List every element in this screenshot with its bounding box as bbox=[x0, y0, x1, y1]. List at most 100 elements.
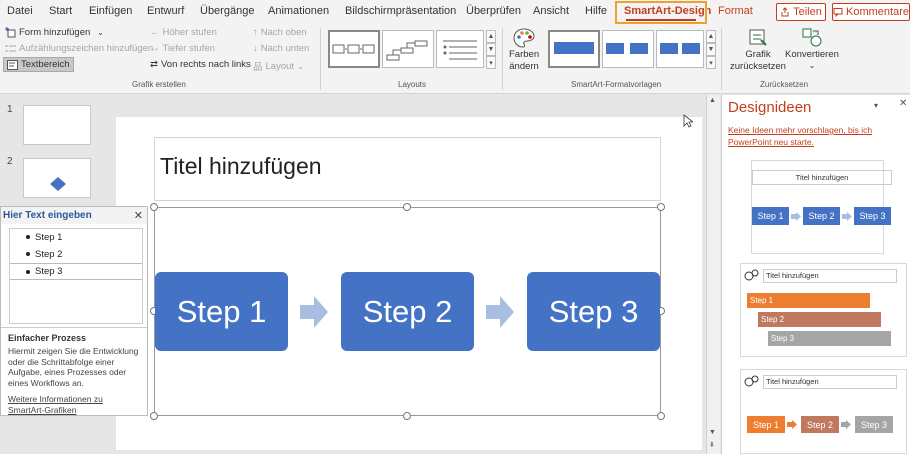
add-bullet-button[interactable]: Aufzählungszeichen hinzufügen bbox=[5, 43, 153, 54]
smartart-step-2[interactable]: Step 2 bbox=[341, 272, 474, 351]
stop-suggestions-link[interactable]: Keine Ideen mehr vorschlagen, bis ich Po… bbox=[728, 124, 903, 148]
add-shape-button[interactable]: Form hinzufügen ⌄ bbox=[5, 27, 104, 38]
tab-datei[interactable]: Datei bbox=[7, 5, 33, 17]
resize-handle[interactable] bbox=[657, 203, 665, 211]
design-idea-step: Step 2 bbox=[801, 416, 839, 433]
design-idea-step: Step 3 bbox=[855, 416, 893, 433]
tab-start[interactable]: Start bbox=[49, 5, 72, 17]
active-tab-underline bbox=[626, 19, 696, 21]
reset-graphic-button[interactable]: Grafik zurücksetzen bbox=[730, 26, 786, 72]
change-colors-button[interactable]: Farben ändern bbox=[509, 28, 539, 72]
ribbon-separator bbox=[502, 28, 503, 90]
tab-hilfe[interactable]: Hilfe bbox=[585, 5, 607, 17]
tab-format[interactable]: Format bbox=[718, 5, 753, 17]
slide-thumbnail-1[interactable] bbox=[23, 105, 91, 145]
design-idea-2[interactable]: Titel hinzufügen Step 1 Step 2 Step 3 bbox=[740, 263, 907, 357]
group-label-styles: SmartArt-Formatvorlagen bbox=[571, 80, 662, 89]
styles-more[interactable]: ▾ bbox=[706, 56, 716, 69]
change-colors-label-1: Farben bbox=[509, 49, 540, 60]
layouts-scroll-up[interactable]: ▲ bbox=[486, 30, 496, 43]
tab-entwurf[interactable]: Entwurf bbox=[147, 5, 184, 17]
move-down-button[interactable]: ↓ Nach unten bbox=[253, 43, 309, 54]
close-icon[interactable]: ✕ bbox=[899, 98, 907, 109]
designer-pane: Designideen ▾ ✕ Keine Ideen mehr vorschl… bbox=[721, 95, 910, 454]
tab-ansicht[interactable]: Ansicht bbox=[533, 5, 569, 17]
promote-button[interactable]: ← Höher stufen bbox=[150, 27, 217, 38]
add-bullet-label: Aufzählungszeichen hinzufügen bbox=[19, 43, 154, 54]
design-idea-3[interactable]: Titel hinzufügen Step 1 Step 2 Step 3 bbox=[740, 369, 907, 454]
share-button[interactable]: Teilen bbox=[776, 3, 826, 21]
tab-animationen[interactable]: Animationen bbox=[268, 5, 329, 17]
previous-slide-icon[interactable]: ⇞ bbox=[709, 441, 715, 449]
resize-handle[interactable] bbox=[150, 203, 158, 211]
design-idea-1[interactable]: Titel hinzufügen Step 1 Step 2 Step 3 bbox=[751, 160, 892, 254]
layout-basic-process-preview bbox=[332, 44, 375, 54]
chevron-down-icon: ⌄ bbox=[97, 28, 104, 37]
resize-handle[interactable] bbox=[657, 412, 665, 420]
list-item-label: Step 3 bbox=[35, 266, 63, 277]
arrow-right-icon bbox=[787, 420, 797, 429]
comment-icon bbox=[833, 8, 843, 17]
design-idea-step: Step 2 bbox=[803, 207, 840, 225]
arrow-right-icon bbox=[841, 420, 851, 429]
demote-button[interactable]: → Tiefer stufen bbox=[150, 43, 215, 54]
design-idea-step: Step 1 bbox=[747, 293, 870, 308]
group-label-create: Grafik erstellen bbox=[132, 80, 186, 89]
pane-options-icon[interactable]: ▾ bbox=[874, 101, 878, 110]
scroll-down-icon[interactable]: ▼ bbox=[709, 429, 716, 436]
layout-lined-list-preview bbox=[443, 40, 477, 60]
list-item[interactable]: Step 1 bbox=[10, 229, 142, 246]
design-idea-step: Step 3 bbox=[854, 207, 891, 225]
tab-uebergaenge[interactable]: Übergänge bbox=[200, 5, 254, 17]
styles-scroll-down[interactable]: ▼ bbox=[706, 43, 716, 56]
layout-description-title: Einfacher Prozess bbox=[8, 333, 87, 343]
right-to-left-button[interactable]: ⇄ Von rechts nach links bbox=[150, 59, 251, 70]
layout-basic-process[interactable] bbox=[328, 30, 380, 68]
layout-step-up-preview bbox=[386, 40, 428, 61]
tab-einfuegen[interactable]: Einfügen bbox=[89, 5, 132, 17]
layout-step-up[interactable] bbox=[382, 30, 434, 68]
vertical-scrollbar[interactable]: ▲ ▼ ⇞ bbox=[706, 95, 720, 454]
right-to-left-label: Von rechts nach links bbox=[160, 59, 251, 70]
resize-handle[interactable] bbox=[403, 412, 411, 420]
text-pane-title: Hier Text eingeben bbox=[3, 210, 92, 221]
smartart-step-3[interactable]: Step 3 bbox=[527, 272, 660, 351]
swap-icon: ⇄ bbox=[150, 59, 158, 70]
style-simple-fill[interactable] bbox=[548, 30, 600, 68]
group-label-reset: Zurücksetzen bbox=[760, 80, 809, 89]
mouse-cursor bbox=[683, 114, 693, 128]
slide-number: 1 bbox=[7, 104, 13, 115]
arrow-left-icon: ← bbox=[150, 27, 160, 38]
convert-button[interactable]: Konvertieren ⌄ bbox=[785, 26, 839, 70]
list-item[interactable]: Step 3 bbox=[10, 263, 142, 280]
list-item[interactable]: Step 2 bbox=[10, 246, 142, 263]
resize-handle[interactable] bbox=[150, 412, 158, 420]
group-label-layouts: Layouts bbox=[398, 80, 427, 89]
slide-thumbnail-2[interactable] bbox=[23, 158, 91, 198]
more-info-link[interactable]: Weitere Informationen zu SmartArt-Grafik… bbox=[8, 394, 141, 415]
add-shape-label: Form hinzufügen bbox=[19, 27, 91, 38]
close-icon[interactable]: ✕ bbox=[134, 209, 143, 222]
tab-ueberpruefen[interactable]: Überprüfen bbox=[466, 5, 521, 17]
tab-bildschirmpraesentation[interactable]: Bildschirmpräsentation bbox=[345, 5, 456, 17]
scroll-up-icon[interactable]: ▲ bbox=[709, 97, 716, 104]
style-white-outline-preview bbox=[606, 43, 648, 54]
style-white-outline[interactable] bbox=[602, 30, 654, 68]
layouts-more[interactable]: ▾ bbox=[486, 56, 496, 69]
title-placeholder[interactable]: Titel hinzufügen bbox=[160, 153, 322, 180]
circles-icon bbox=[744, 269, 759, 281]
reset-graphic-label-1: Grafik bbox=[745, 49, 771, 60]
style-subtle-effect[interactable] bbox=[656, 30, 704, 68]
reset-graphic-icon bbox=[749, 29, 767, 46]
smartart-step-1[interactable]: Step 1 bbox=[155, 272, 288, 351]
move-up-button[interactable]: ↑ Nach oben bbox=[253, 27, 307, 38]
layout-button[interactable]: 品 Layout ⌄ bbox=[253, 59, 304, 74]
comments-button[interactable]: Kommentare bbox=[832, 3, 910, 21]
layout-lined-list[interactable] bbox=[436, 30, 484, 68]
text-pane-bullets[interactable]: Step 1 Step 2 Step 3 bbox=[9, 228, 143, 324]
slide-number: 2 bbox=[7, 156, 13, 167]
resize-handle[interactable] bbox=[403, 203, 411, 211]
text-pane-button[interactable]: Textbereich bbox=[3, 57, 74, 72]
styles-scroll-up[interactable]: ▲ bbox=[706, 30, 716, 43]
layouts-scroll-down[interactable]: ▼ bbox=[486, 43, 496, 56]
